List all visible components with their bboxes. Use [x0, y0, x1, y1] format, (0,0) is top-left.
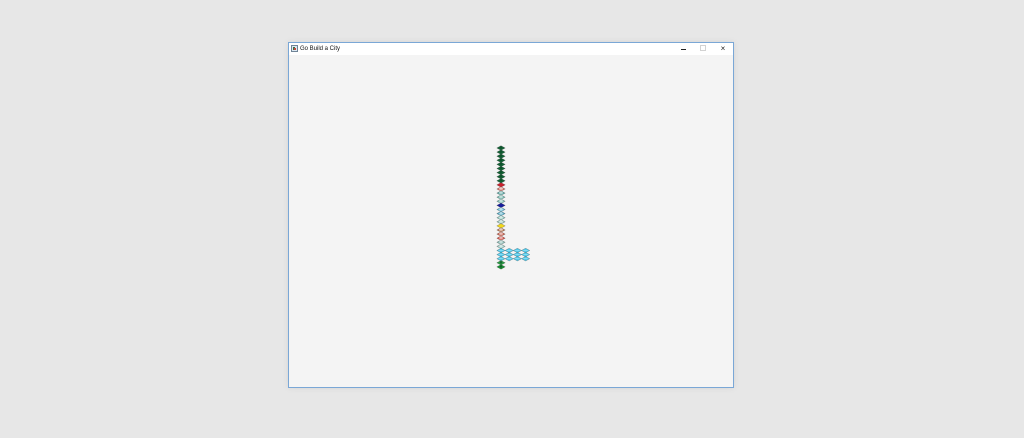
- map-tile-building[interactable]: [496, 243, 506, 249]
- map-tile-water[interactable]: [496, 252, 506, 258]
- map-tile-water[interactable]: [496, 248, 506, 253]
- map-tile-water[interactable]: [512, 252, 522, 258]
- map-tile-blue[interactable]: [496, 202, 506, 208]
- map-tile-red[interactable]: [496, 182, 506, 188]
- map-tile-tree[interactable]: [496, 153, 506, 159]
- city-map[interactable]: [289, 55, 733, 387]
- title-bar[interactable]: Go Build a City ×: [289, 43, 733, 55]
- map-tile-yellow[interactable]: [496, 223, 506, 229]
- app-icon: [291, 45, 298, 52]
- minimize-icon: [680, 48, 686, 50]
- map-tile-tree[interactable]: [496, 145, 506, 151]
- map-tile-grass[interactable]: [496, 260, 506, 266]
- maximize-button[interactable]: [693, 43, 713, 55]
- map-tile-house[interactable]: [496, 215, 506, 221]
- map-tile-building[interactable]: [496, 239, 506, 245]
- map-tile-tree[interactable]: [496, 157, 506, 163]
- map-tile-tree[interactable]: [496, 149, 506, 155]
- map-tile-grass[interactable]: [496, 264, 506, 270]
- close-button[interactable]: ×: [713, 43, 733, 55]
- map-tile-house[interactable]: [496, 194, 506, 200]
- map-tile-roof[interactable]: [496, 235, 506, 241]
- map-tile-roof[interactable]: [496, 231, 506, 237]
- map-tile-water[interactable]: [521, 252, 531, 258]
- map-tile-house[interactable]: [496, 190, 506, 196]
- map-tile-water[interactable]: [496, 256, 506, 262]
- map-tile-roof[interactable]: [496, 227, 506, 233]
- map-tile-house[interactable]: [496, 219, 506, 225]
- map-tile-water[interactable]: [521, 248, 531, 253]
- game-canvas[interactable]: [289, 55, 733, 387]
- window-title: Go Build a City: [300, 46, 341, 52]
- map-tile-tree[interactable]: [496, 178, 506, 184]
- map-tile-tree[interactable]: [496, 174, 506, 180]
- app-window: Go Build a City ×: [288, 42, 734, 388]
- map-tile-water[interactable]: [504, 248, 514, 253]
- map-tile-small-house[interactable]: [496, 186, 506, 192]
- map-tile-water[interactable]: [512, 248, 522, 253]
- map-tile-tree[interactable]: [496, 170, 506, 176]
- map-tile-water[interactable]: [504, 252, 514, 258]
- map-tile-house[interactable]: [496, 207, 506, 212]
- map-tile-water[interactable]: [521, 256, 531, 262]
- minimize-button[interactable]: [673, 43, 693, 55]
- map-tile-water[interactable]: [504, 256, 514, 262]
- map-tile-tree[interactable]: [496, 166, 506, 171]
- map-tile-tree[interactable]: [496, 161, 506, 167]
- map-tile-water[interactable]: [512, 256, 522, 262]
- maximize-icon: [700, 45, 706, 52]
- map-tile-house[interactable]: [496, 198, 506, 204]
- map-tile-house[interactable]: [496, 211, 506, 217]
